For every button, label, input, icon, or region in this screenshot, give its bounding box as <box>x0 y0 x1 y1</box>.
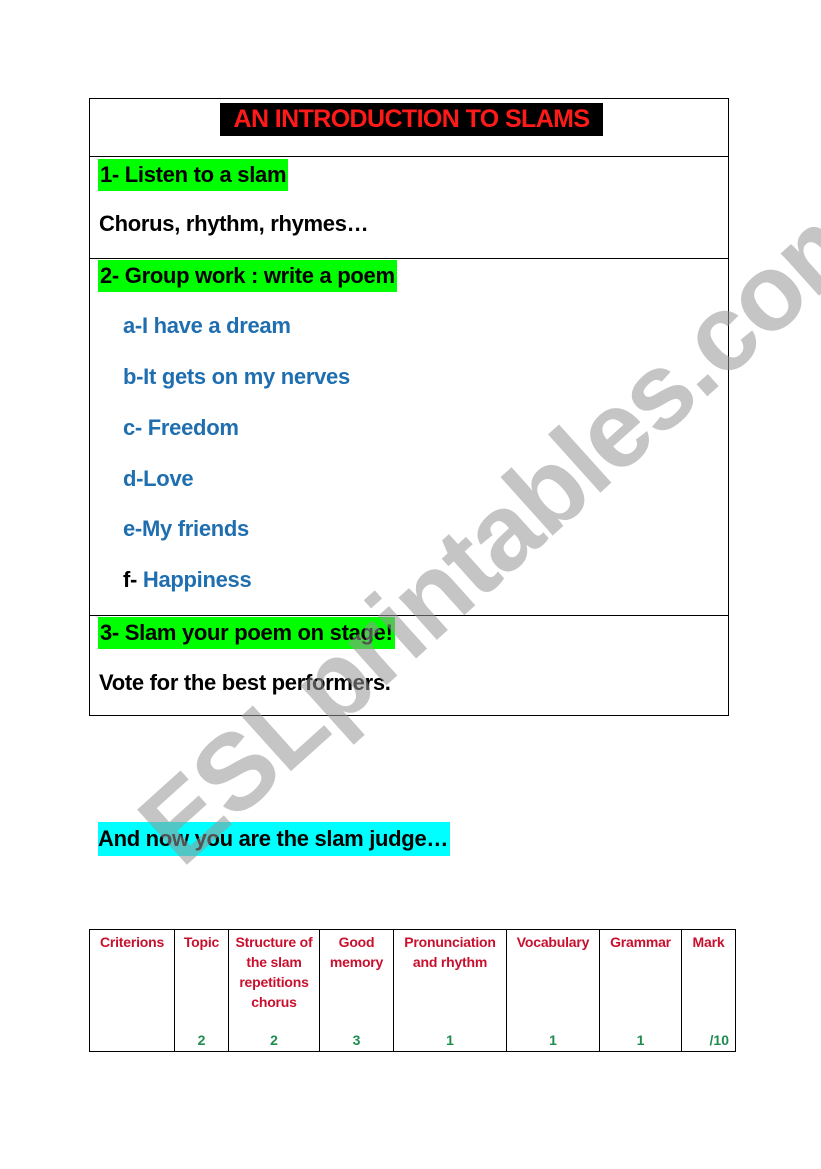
rubric-points: 1 <box>446 1032 454 1048</box>
rubric-header: Topic <box>183 934 220 950</box>
topic-label: My friends <box>141 516 249 541</box>
rubric-cell-criterions: Criterions <box>89 929 175 1052</box>
section-slam-on-stage: 3- Slam your poem on stage! Vote for the… <box>90 615 728 717</box>
section-listen: 1- Listen to a slam Chorus, rhythm, rhym… <box>90 156 728 259</box>
topic-prefix: e- <box>123 516 142 541</box>
rubric-cell-good-memory: Good memory 3 <box>319 929 394 1052</box>
topic-item: d-Love <box>123 464 194 494</box>
rubric-header: Mark <box>692 934 725 950</box>
topic-prefix: b- <box>123 364 144 389</box>
rubric-points: 1 <box>549 1032 557 1048</box>
topic-label: I have a dream <box>141 313 291 338</box>
activity-outline-table: AN INTRODUCTION TO SLAMS 1- Listen to a … <box>89 98 729 716</box>
topic-label: Happiness <box>142 567 252 592</box>
rubric-points: 1 <box>636 1032 645 1048</box>
rubric-points: /10 <box>709 1032 729 1048</box>
rubric-header: Structure of the slam repetitions chorus <box>235 934 313 1010</box>
rubric-header: Grammar <box>610 934 671 950</box>
topic-prefix: f- <box>123 567 143 592</box>
topic-label: Freedom <box>147 415 239 440</box>
rubric-cell-grammar: Grammar 1 <box>599 929 682 1052</box>
topic-label: It gets on my nerves <box>143 364 350 389</box>
section-heading-group-work: 2- Group work : write a poem <box>98 260 397 292</box>
rubric-header: Criterions <box>99 934 165 950</box>
section-group-work: 2- Group work : write a poem a-I have a … <box>90 258 728 616</box>
rubric-table: Criterions Topic 2 Structure of the slam… <box>89 929 736 1052</box>
rubric-cell-pronunciation: Pronunciation and rhythm 1 <box>393 929 507 1052</box>
rubric-points: 3 <box>352 1032 361 1048</box>
topic-item: a-I have a dream <box>123 311 291 341</box>
worksheet-title: AN INTRODUCTION TO SLAMS <box>220 103 603 136</box>
topic-item: e-My friends <box>123 514 249 544</box>
topic-prefix: a- <box>123 313 142 338</box>
topic-item: f- Happiness <box>123 565 252 595</box>
title-row: AN INTRODUCTION TO SLAMS <box>90 99 728 156</box>
rubric-header: Vocabulary <box>516 934 590 950</box>
section-heading-listen: 1- Listen to a slam <box>98 159 289 191</box>
topic-label: Love <box>143 466 194 491</box>
judge-heading: And now you are the slam judge… <box>98 822 451 856</box>
section-text-listen: Chorus, rhythm, rhymes… <box>99 211 369 236</box>
rubric-cell-vocabulary: Vocabulary 1 <box>506 929 600 1052</box>
topic-item: c- Freedom <box>123 413 239 443</box>
section-heading-slam-on-stage: 3- Slam your poem on stage! <box>98 617 395 649</box>
topic-prefix: d- <box>123 466 144 491</box>
section-text-vote: Vote for the best performers. <box>99 670 391 695</box>
rubric-points: 2 <box>197 1032 206 1048</box>
rubric-row: Criterions Topic 2 Structure of the slam… <box>89 929 736 1052</box>
topic-item: b-It gets on my nerves <box>123 362 350 392</box>
rubric-cell-topic: Topic 2 <box>174 929 229 1052</box>
rubric-points: 2 <box>270 1032 278 1048</box>
rubric-cell-structure: Structure of the slam repetitions chorus… <box>228 929 320 1052</box>
rubric-cell-mark: Mark /10 <box>681 929 736 1052</box>
topic-prefix: c- <box>123 415 148 440</box>
rubric-header: Good memory <box>329 934 384 970</box>
worksheet-page: AN INTRODUCTION TO SLAMS 1- Listen to a … <box>0 0 821 1169</box>
rubric-header: Pronunciation and rhythm <box>404 934 496 970</box>
